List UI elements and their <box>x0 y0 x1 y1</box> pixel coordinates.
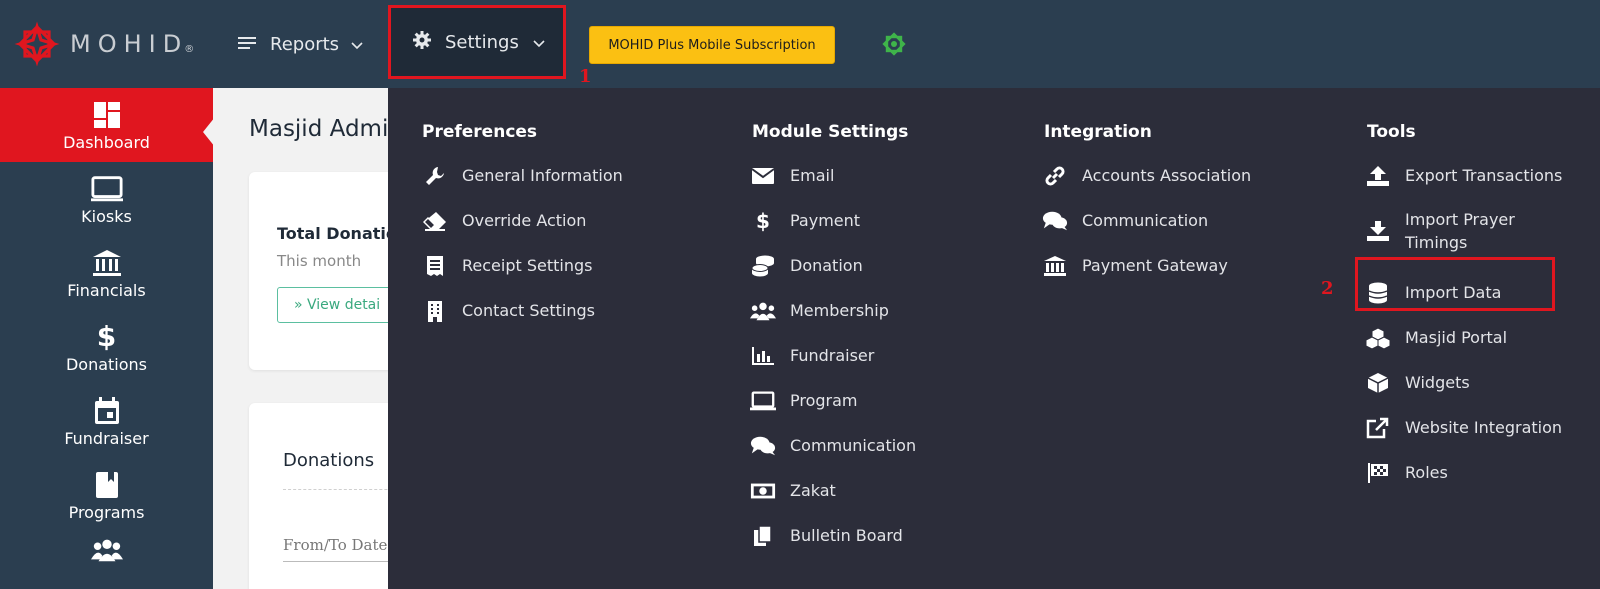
book-icon <box>91 469 123 501</box>
gear-icon <box>413 30 431 54</box>
menu-item-widgets[interactable]: Widgets <box>1365 372 1470 394</box>
chat-bubbles-icon <box>1042 210 1068 232</box>
bank-icon <box>91 247 123 279</box>
checkered-flag-icon <box>1365 462 1391 484</box>
menu-lines-icon <box>238 34 256 55</box>
calendar-icon <box>91 395 123 427</box>
active-indicator <box>203 117 215 147</box>
menu-item-masjid-portal[interactable]: Masjid Portal <box>1365 327 1507 349</box>
money-bill-icon <box>750 480 776 502</box>
sidebar-item-members[interactable] <box>0 534 213 574</box>
reports-label: Reports <box>270 33 340 55</box>
date-range-label[interactable]: From/To Date <box>283 536 387 554</box>
step-1-marker: 1 <box>579 66 592 87</box>
step-2-marker: 2 <box>1321 278 1334 299</box>
menu-item-override-action[interactable]: Override Action <box>422 210 586 232</box>
sidebar-item-label: Kiosks <box>81 206 132 226</box>
menu-item-donation[interactable]: Donation <box>750 255 863 277</box>
users-icon <box>750 300 776 322</box>
sidebar-item-kiosks[interactable]: Kiosks <box>0 162 213 236</box>
users-icon <box>90 534 123 566</box>
menu-item-payment-gateway[interactable]: Payment Gateway <box>1042 255 1228 277</box>
menu-item-integration-communication[interactable]: Communication <box>1042 210 1208 232</box>
dashboard-icon <box>91 99 123 131</box>
menu-item-website-integration[interactable]: Website Integration <box>1365 417 1562 439</box>
brand-name: MOHID <box>70 30 189 58</box>
registered-mark: ® <box>184 43 195 55</box>
menu-item-zakat[interactable]: Zakat <box>750 480 836 502</box>
sidebar-item-label: Financials <box>67 280 146 300</box>
menu-item-payment[interactable]: $ Payment <box>750 210 860 232</box>
integration-heading: Integration <box>1044 122 1152 142</box>
sidebar-item-label: Dashboard <box>63 132 150 152</box>
sidebar-item-label: Donations <box>65 354 148 374</box>
menu-item-email[interactable]: Email <box>750 165 834 187</box>
reports-menu[interactable]: Reports <box>238 0 378 88</box>
cubes-icon <box>1365 327 1391 349</box>
copy-icon <box>750 525 776 547</box>
mohid-logo[interactable]: MOHID ® <box>14 21 194 67</box>
bank-icon <box>1042 255 1068 277</box>
menu-item-export-transactions[interactable]: Export Transactions <box>1365 165 1562 187</box>
settings-menu[interactable]: Settings <box>388 5 566 79</box>
menu-item-communication[interactable]: Communication <box>750 435 916 457</box>
laptop-icon <box>750 390 776 412</box>
card-title: Donations <box>283 450 375 471</box>
receipt-icon <box>422 255 448 277</box>
sidebar-item-donations[interactable]: $ Donations <box>0 310 213 384</box>
settings-label: Settings <box>445 31 519 53</box>
subscription-button[interactable]: MOHID Plus Mobile Subscription <box>589 26 835 64</box>
card-title: Total Donatio <box>277 224 397 243</box>
sidebar-item-programs[interactable]: Programs <box>0 458 213 532</box>
external-link-icon <box>1365 417 1391 439</box>
bar-chart-icon <box>750 345 776 367</box>
sidebar-item-financials[interactable]: Financials <box>0 236 213 310</box>
menu-item-import-prayer-timings[interactable]: Import Prayer Timings <box>1365 208 1545 254</box>
card-subtitle: This month <box>277 252 362 270</box>
dollar-icon: $ <box>756 209 770 233</box>
menu-item-roles[interactable]: Roles <box>1365 462 1448 484</box>
monitor-icon <box>90 173 123 205</box>
sidebar-item-fundraiser[interactable]: Fundraiser <box>0 384 213 458</box>
green-star-icon[interactable] <box>880 30 908 58</box>
mohid-star-icon <box>14 21 60 67</box>
page-title: Masjid Admi <box>249 116 389 142</box>
link-icon <box>1042 165 1068 187</box>
menu-item-accounts-association[interactable]: Accounts Association <box>1042 165 1251 187</box>
building-icon <box>422 300 448 322</box>
eraser-icon <box>422 210 448 232</box>
chevron-down-icon <box>533 32 545 53</box>
download-icon <box>1365 220 1391 242</box>
dollar-icon: $ <box>96 319 117 353</box>
menu-item-general-information[interactable]: General Information <box>422 165 623 187</box>
menu-item-contact-settings[interactable]: Contact Settings <box>422 300 595 322</box>
coins-icon <box>750 255 776 277</box>
sidebar-item-label: Programs <box>68 502 145 522</box>
cube-icon <box>1365 372 1391 394</box>
envelope-icon <box>750 165 776 187</box>
menu-item-fundraiser[interactable]: Fundraiser <box>750 345 874 367</box>
menu-item-program[interactable]: Program <box>750 390 858 412</box>
module-settings-heading: Module Settings <box>752 122 909 142</box>
menu-item-bulletin-board[interactable]: Bulletin Board <box>750 525 903 547</box>
wrench-icon <box>422 165 448 187</box>
upload-icon <box>1365 165 1391 187</box>
tools-heading: Tools <box>1367 122 1416 142</box>
chat-bubbles-icon <box>750 435 776 457</box>
preferences-heading: Preferences <box>422 122 538 142</box>
sidebar-item-dashboard[interactable]: Dashboard <box>0 88 213 162</box>
settings-dropdown: Preferences General Information Override… <box>388 88 1600 589</box>
menu-item-membership[interactable]: Membership <box>750 300 889 322</box>
chevron-down-icon <box>351 34 363 55</box>
sidebar: Dashboard Kiosks Financials $ Donations … <box>0 88 213 589</box>
sidebar-item-label: Fundraiser <box>64 428 149 448</box>
top-navbar: MOHID ® Reports Settings MOHID Plus Mobi… <box>0 0 1600 88</box>
import-data-highlight <box>1355 257 1555 311</box>
menu-item-receipt-settings[interactable]: Receipt Settings <box>422 255 592 277</box>
